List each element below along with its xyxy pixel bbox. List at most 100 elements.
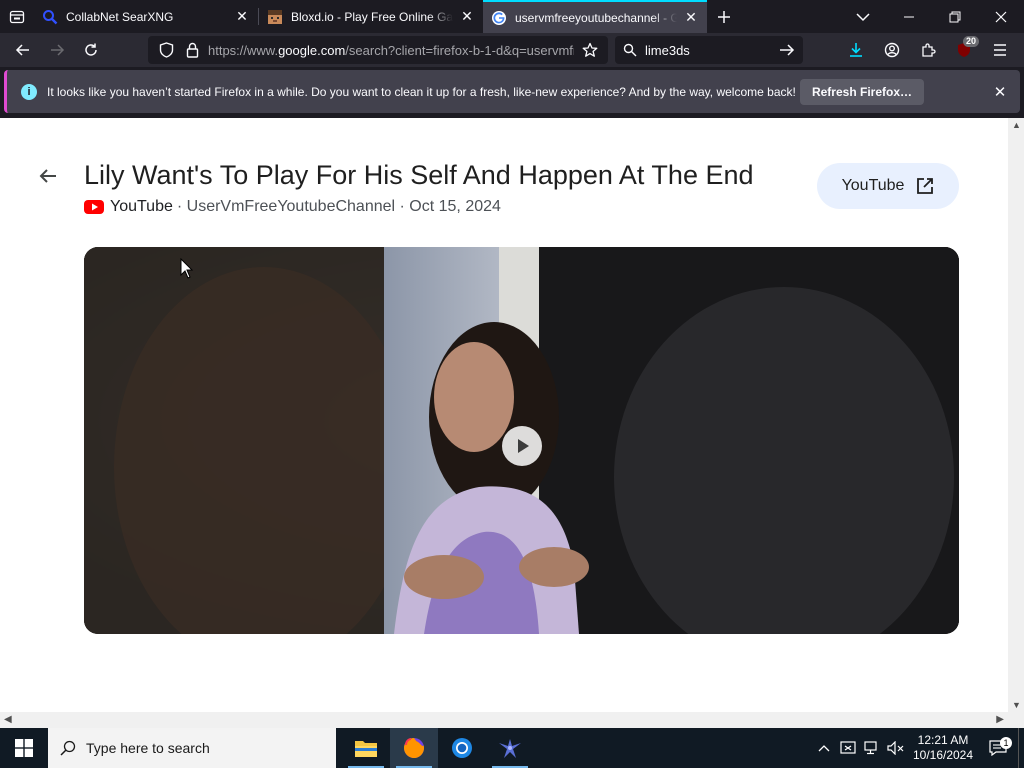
new-tab-button[interactable]	[707, 0, 741, 33]
start-button[interactable]	[0, 728, 48, 768]
action-center-button[interactable]: 1	[978, 737, 1018, 756]
hamburger-menu-icon	[994, 44, 1006, 56]
arrow-left-icon	[15, 44, 29, 56]
minimize-button[interactable]	[886, 0, 932, 33]
scroll-left-icon[interactable]: ◀	[4, 714, 12, 725]
close-icon[interactable]: ✕	[990, 83, 1010, 101]
bookmark-star-icon[interactable]	[580, 42, 600, 58]
network-icon	[864, 741, 877, 755]
info-icon: i	[21, 83, 37, 100]
arrow-right-icon	[51, 44, 65, 56]
scroll-right-icon[interactable]: ▶	[996, 714, 1004, 725]
menu-button[interactable]	[982, 35, 1018, 65]
tab-title: uservmfreeyoutubechannel - Google Search	[515, 10, 677, 25]
security-tray-button[interactable]	[836, 741, 860, 755]
list-all-tabs-button[interactable]	[840, 0, 886, 33]
google-icon	[491, 10, 507, 26]
horizontal-scrollbar[interactable]: ◀ ▶	[0, 712, 1008, 728]
arrow-right-icon[interactable]	[779, 43, 795, 57]
show-desktop-button[interactable]	[1018, 728, 1024, 768]
vertical-scrollbar[interactable]: ▲ ▼	[1008, 118, 1024, 712]
folder-icon	[355, 741, 377, 757]
security-alert-icon	[840, 741, 856, 754]
play-icon	[518, 439, 529, 453]
close-window-button[interactable]	[978, 0, 1024, 33]
downloads-button[interactable]	[838, 35, 874, 65]
external-link-icon	[916, 177, 934, 195]
close-tab-icon[interactable]: ✕	[459, 8, 475, 25]
chrome-taskbar-button[interactable]	[438, 728, 486, 768]
restore-button[interactable]	[932, 0, 978, 33]
windows-taskbar: Type here to search 12:21 AM 10/16/2024	[0, 728, 1024, 768]
account-button[interactable]	[874, 35, 910, 65]
open-youtube-label: YouTube	[841, 177, 905, 194]
scrollbar-corner	[1008, 712, 1024, 728]
minimize-icon	[904, 16, 914, 17]
extensions-button[interactable]	[910, 35, 946, 65]
refresh-firefox-button[interactable]: Refresh Firefox…	[799, 78, 924, 105]
clock-date: 10/16/2024	[912, 748, 974, 762]
chevron-down-icon	[856, 12, 870, 21]
back-arrow-button[interactable]	[36, 164, 60, 188]
lock-icon[interactable]	[182, 42, 202, 58]
search-bar[interactable]: lime3ds	[615, 36, 803, 64]
video-player[interactable]	[84, 247, 959, 634]
close-tab-icon[interactable]: ✕	[234, 8, 250, 25]
show-hidden-icons-button[interactable]	[812, 744, 836, 752]
firefox-taskbar-button[interactable]	[390, 728, 438, 768]
system-tray: 12:21 AM 10/16/2024 1	[812, 728, 1024, 768]
close-icon	[995, 11, 1007, 22]
extension-badge: 20	[962, 36, 979, 47]
windows-logo-icon	[15, 739, 33, 757]
source-name[interactable]: YouTube	[110, 198, 173, 216]
tab-title: CollabNet SearXNG	[66, 9, 174, 24]
tab-title: Bloxd.io - Play Free Online Games	[291, 9, 453, 24]
bloxd-icon	[267, 9, 283, 25]
forward-button[interactable]	[40, 35, 74, 65]
tab-google-search[interactable]: uservmfreeyoutubechannel - Google Search…	[483, 0, 707, 33]
taskbar-search-box[interactable]: Type here to search	[48, 728, 336, 768]
plus-icon	[718, 10, 730, 23]
restore-icon	[949, 11, 961, 22]
navigation-toolbar: https://www.google.com/search?client=fir…	[0, 33, 1024, 67]
scroll-down-icon[interactable]: ▼	[1012, 700, 1021, 710]
reload-icon	[85, 43, 97, 56]
puzzle-icon	[922, 43, 936, 57]
tab-strip: CollabNet SearXNG ✕ Bloxd.io - Play Free…	[0, 0, 1024, 33]
scroll-up-icon[interactable]: ▲	[1012, 120, 1021, 130]
clock-time: 12:21 AM	[917, 733, 969, 747]
account-icon	[884, 42, 900, 58]
play-button[interactable]	[502, 426, 542, 466]
network-tray-button[interactable]	[860, 741, 884, 755]
search-icon	[623, 43, 637, 57]
taskbar-search-placeholder: Type here to search	[86, 740, 210, 756]
close-tab-icon[interactable]: ✕	[683, 9, 699, 26]
url-text[interactable]: https://www.google.com/search?client=fir…	[208, 43, 574, 58]
firefox-view-button[interactable]	[0, 0, 34, 33]
ublock-extension-button[interactable]: 20	[946, 35, 982, 65]
clock[interactable]: 12:21 AM 10/16/2024	[908, 733, 978, 763]
shield-icon[interactable]	[156, 42, 176, 58]
arrow-left-icon	[39, 169, 56, 183]
video-meta: YouTube · UserVmFreeYoutubeChannel · Oct…	[84, 198, 501, 216]
video-title: Lily Want's To Play For His Self And Hap…	[84, 160, 754, 190]
bird-app-icon	[499, 739, 521, 758]
chevron-up-icon	[818, 745, 830, 752]
search-input[interactable]: lime3ds	[645, 43, 779, 58]
notification-message: It looks like you haven’t started Firefo…	[47, 84, 796, 99]
url-bar[interactable]: https://www.google.com/search?client=fir…	[148, 36, 608, 64]
firefox-icon	[404, 738, 424, 758]
back-button[interactable]	[6, 35, 40, 65]
tab-bloxd[interactable]: Bloxd.io - Play Free Online Games ✕	[259, 0, 483, 33]
app-taskbar-button[interactable]	[486, 728, 534, 768]
tab-searxng[interactable]: CollabNet SearXNG ✕	[34, 0, 258, 33]
open-youtube-button[interactable]: YouTube	[817, 163, 959, 209]
mouse-cursor-icon	[180, 258, 194, 279]
firefox-view-icon	[9, 10, 25, 23]
toolbar-right: 20	[838, 35, 1018, 65]
speaker-muted-icon	[887, 741, 904, 755]
volume-tray-button[interactable]	[884, 741, 908, 755]
download-icon	[850, 43, 862, 57]
reload-button[interactable]	[74, 35, 108, 65]
file-explorer-taskbar-button[interactable]	[342, 728, 390, 768]
